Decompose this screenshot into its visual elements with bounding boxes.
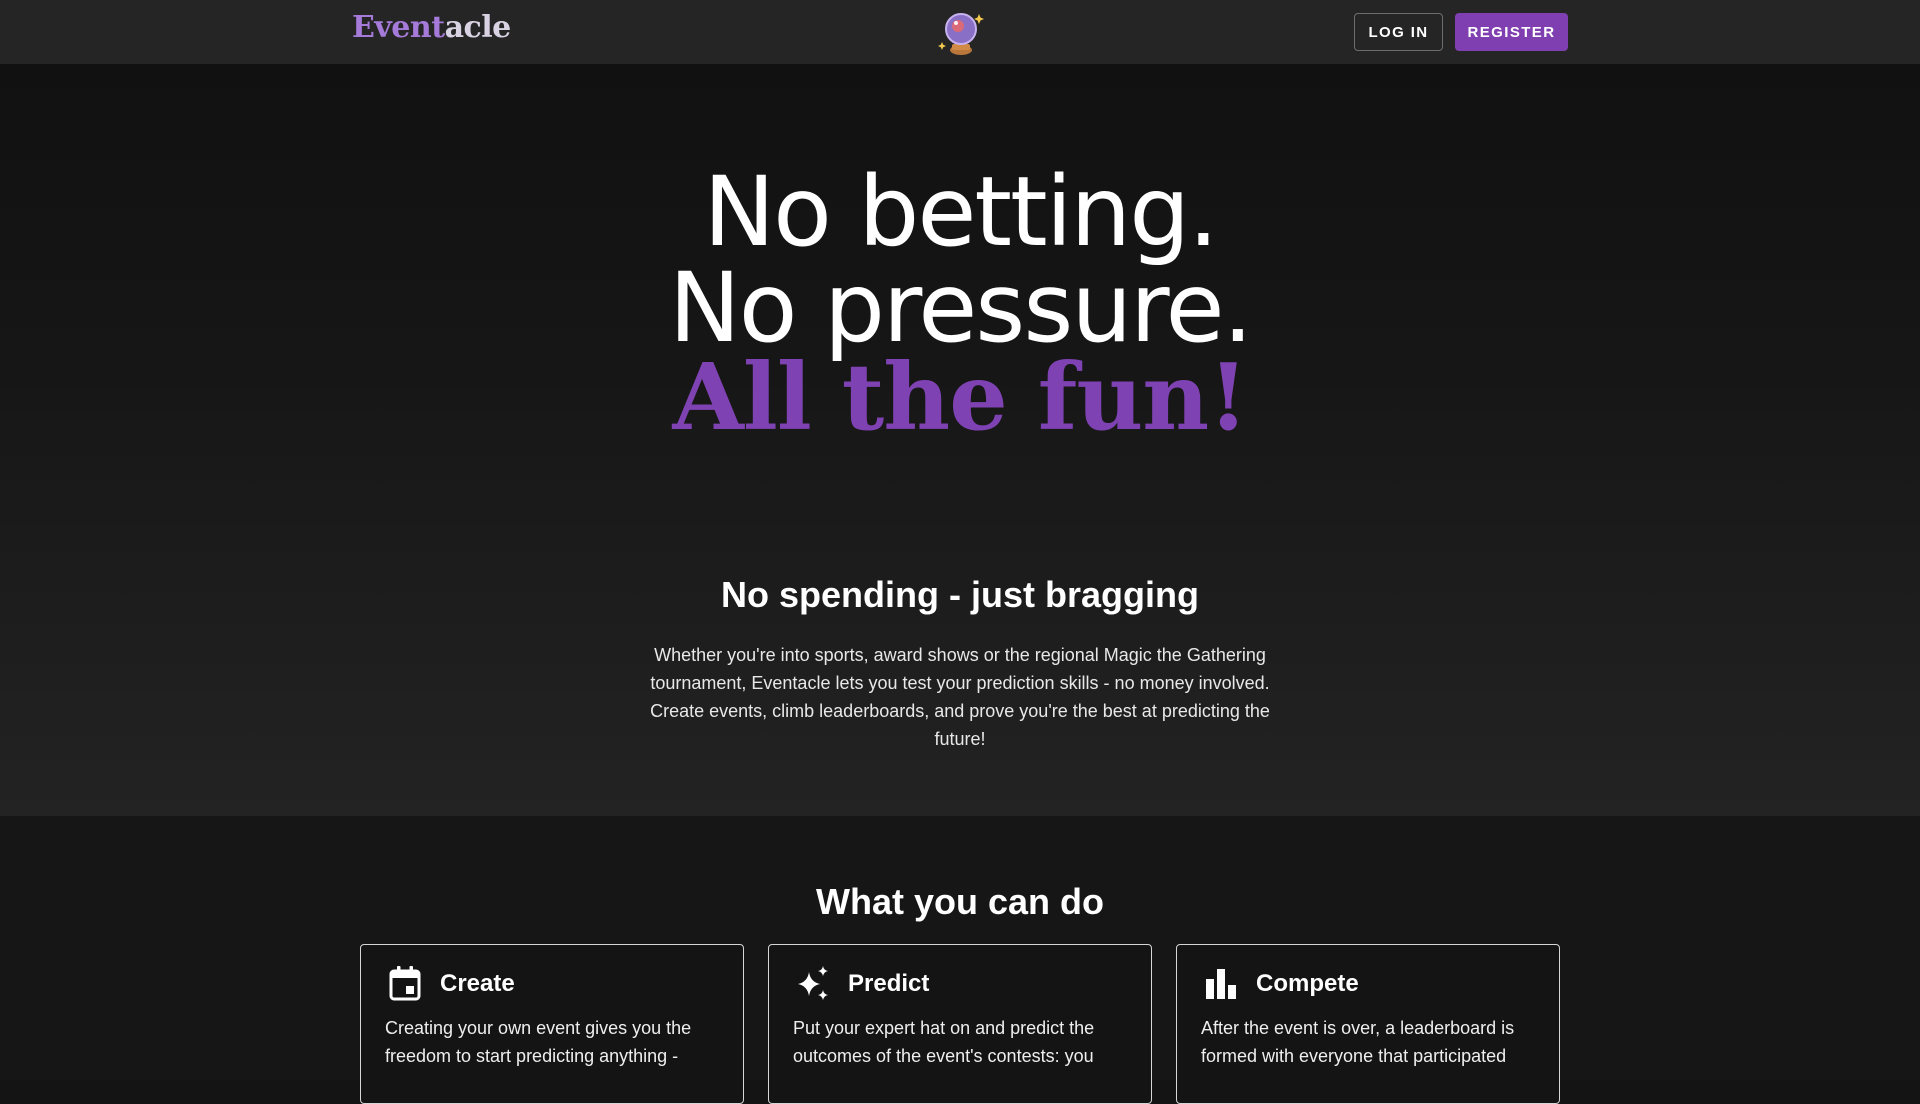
- hero-line-no-betting: No betting.: [703, 156, 1218, 268]
- bar-chart-icon: [1206, 969, 1236, 999]
- top-navigation-bar: Eventacle LOG IN REGISTER: [0, 0, 1920, 64]
- calendar-icon: [389, 966, 421, 1001]
- features-section: What you can do Create Creating your own…: [0, 816, 1920, 1104]
- register-button[interactable]: REGISTER: [1455, 13, 1568, 51]
- feature-title-compete: Compete: [1256, 970, 1359, 997]
- hero-section: No betting. No pressure. All the fun! No…: [0, 64, 1920, 816]
- hero-description: Whether you're into sports, award shows …: [650, 645, 1270, 749]
- hero-line-no-pressure: No pressure.: [668, 252, 1253, 364]
- features-title: What you can do: [816, 881, 1104, 922]
- feature-title-create: Create: [440, 970, 515, 997]
- feature-card-compete: Compete After the event is over, a leade…: [1176, 944, 1560, 1104]
- eventacle-logo[interactable]: Eventacle: [352, 10, 511, 45]
- crystal-ball-icon: [938, 13, 984, 55]
- feature-text-predict: Put your expert hat on and predict the o…: [793, 1018, 1095, 1066]
- sparkles-icon: [798, 966, 828, 1000]
- feature-text-compete: After the event is over, a leaderboard i…: [1201, 1018, 1515, 1066]
- logo-text-acle: acle: [444, 10, 512, 45]
- feature-card-predict: Predict Put your expert hat on and predi…: [768, 944, 1152, 1104]
- login-button[interactable]: LOG IN: [1354, 13, 1443, 51]
- hero-line-all-the-fun: All the fun!: [672, 343, 1249, 451]
- feature-title-predict: Predict: [848, 970, 930, 997]
- hero-subheading: No spending - just bragging: [721, 574, 1199, 615]
- feature-card-create: Create Creating your own event gives you…: [360, 944, 744, 1104]
- logo-text-event: Event: [352, 10, 445, 45]
- feature-text-create: Creating your own event gives you the fr…: [385, 1018, 692, 1066]
